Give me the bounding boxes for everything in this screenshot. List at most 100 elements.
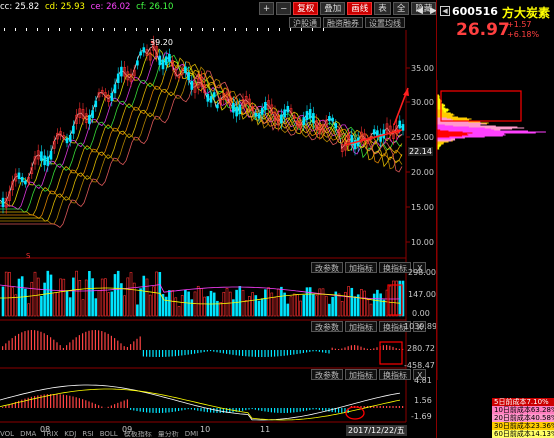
tab-boll[interactable]: BOLL [100,431,118,438]
event-marker [213,28,214,31]
indicator-bar [85,400,87,408]
price-tick: 25.00 [411,133,434,142]
indicator-bar [110,405,112,408]
event-marker [191,28,192,31]
macd-bar [392,346,394,350]
macd-bar [2,346,4,350]
indicator-bar [331,408,333,413]
macd-bar [331,347,333,350]
event-marker [125,28,126,31]
tab-rsi[interactable]: RSI [82,431,93,438]
volume-bar [145,278,149,317]
volume-bar [264,289,267,317]
add-index-button[interactable]: 加指标 [345,369,377,380]
menu-toggle-icon[interactable]: ◀ [440,6,450,16]
indicator-bar [56,394,58,408]
macd-bar [229,350,231,355]
stock-name: 方大炭素 [502,6,551,20]
indicator-bar [341,408,343,413]
change-params-button[interactable]: 改参数 [311,262,343,273]
macd-bar [8,340,10,350]
tab-dmi[interactable]: DMI [185,431,199,438]
volume-bar [228,291,232,317]
candle-body [120,66,123,77]
volume-bar [116,270,120,317]
candle-body [280,114,283,124]
price-tick: 15.00 [411,203,434,212]
indicator-bar [293,408,295,413]
candle-body [168,54,171,62]
volume-bar [219,302,222,317]
indicator-bar [296,408,298,413]
volume-bar [308,287,312,317]
volume-bar [148,294,152,317]
indicator-bar [277,408,279,413]
macd-bar [293,350,295,355]
volume-bar [123,295,126,317]
tab-vol[interactable]: VOL [0,431,14,438]
volume-bar [75,270,78,317]
candle-body [286,105,290,113]
macd-bar [296,350,298,355]
tab-dma[interactable]: DMA [20,431,36,438]
event-marker [48,28,49,31]
event-marker [70,28,71,31]
macd-bar [254,350,256,357]
indicator-bar [264,408,266,412]
macd-bar [226,350,228,354]
volume-bar [206,296,210,317]
indicator-bar [181,408,183,411]
macd-bar [395,348,397,350]
macd-bar [219,350,221,353]
indicator-bar [139,408,141,412]
macd-bar [152,350,154,357]
kdj-tick: 4.81 [414,376,432,385]
chip-distribution-chart[interactable] [437,40,554,380]
macd-bar [69,342,71,350]
macd-bar [178,350,180,356]
candle-body [161,59,165,70]
volume-bar [43,282,46,317]
volume-bar [126,277,130,317]
volume-bar [91,278,94,317]
add-index-button[interactable]: 加指标 [345,321,377,332]
indicator-bar [21,399,23,408]
volume-bar [72,277,75,317]
volume-bar [369,303,373,317]
event-marker [158,28,159,31]
macd-bar [354,345,356,350]
volume-bar [254,295,258,317]
volume-bar [289,296,293,317]
volume-bar [88,270,91,317]
kdj-tick: -1.69 [411,412,432,421]
tab-kdj[interactable]: KDJ [64,431,76,438]
tab-template[interactable]: 模板指标 [124,431,152,438]
switch-index-button[interactable]: 换指标 [379,262,411,273]
macd-bar [165,350,167,357]
change-params-button[interactable]: 改参数 [311,321,343,332]
macd-bar [75,337,77,350]
indicator-bar [98,405,100,408]
tab-trix[interactable]: TRIX [42,431,58,438]
macd-bar [238,350,240,356]
macd-bar [200,350,202,353]
indicator-bar [30,396,32,408]
add-index-button[interactable]: 加指标 [345,262,377,273]
tab-volume-analysis[interactable]: 量分析 [158,431,179,438]
macd-bar [398,348,400,350]
volume-bar [52,292,56,317]
macd-bar [53,339,55,350]
macd-bar [264,350,266,357]
indicator-bar [286,408,288,413]
volume-bar [59,278,62,317]
indicator-bar [402,406,404,408]
indicator-bar [398,406,400,408]
change-params-button[interactable]: 改参数 [311,369,343,380]
switch-index-button[interactable]: 换指标 [379,369,411,380]
candle-body [24,180,27,185]
volume-bar [104,278,107,317]
event-marker [268,28,269,31]
macd-bar [210,350,212,352]
candle-body [91,110,94,118]
volume-bar [168,290,171,317]
